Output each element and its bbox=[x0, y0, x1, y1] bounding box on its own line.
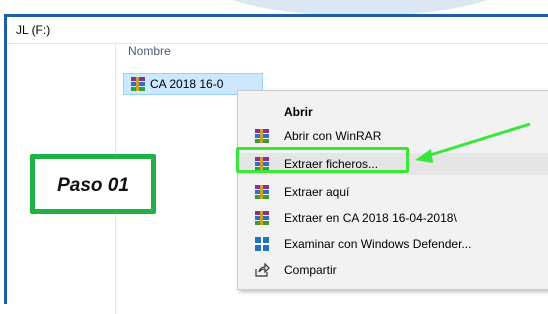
column-header-nombre[interactable]: Nombre bbox=[128, 44, 171, 58]
winrar-icon bbox=[255, 211, 269, 225]
menu-item-abrir[interactable]: Abrir bbox=[238, 101, 548, 123]
menu-item-label: Abrir bbox=[284, 105, 313, 119]
windows-defender-icon bbox=[255, 237, 269, 251]
share-icon bbox=[255, 262, 270, 277]
winrar-icon bbox=[255, 129, 269, 143]
menu-item-label: Compartir bbox=[284, 263, 337, 277]
menu-item-windows-defender[interactable]: Examinar con Windows Defender... bbox=[238, 233, 548, 255]
file-name: CA 2018 16-0 bbox=[150, 77, 224, 91]
step-label-box: Paso 01 bbox=[30, 154, 156, 214]
winrar-icon bbox=[255, 185, 269, 199]
window-title: JL (F:) bbox=[16, 23, 51, 37]
menu-item-extraer-en[interactable]: Extraer en CA 2018 16-04-2018\ bbox=[238, 207, 548, 229]
menu-item-label: Abrir con WinRAR bbox=[284, 129, 382, 143]
title-bar: JL (F:) bbox=[7, 17, 548, 44]
step-label: Paso 01 bbox=[57, 175, 129, 196]
menu-item-extraer-aqui[interactable]: Extraer aquí bbox=[238, 181, 548, 203]
menu-item-label: Examinar con Windows Defender... bbox=[284, 237, 472, 251]
menu-item-abrir-con-winrar[interactable]: Abrir con WinRAR bbox=[238, 125, 548, 147]
winrar-icon bbox=[131, 77, 145, 91]
menu-item-label: Extraer aquí bbox=[284, 185, 350, 199]
context-menu: Abrir Abrir con WinRAR Extraer ficheros.… bbox=[237, 90, 548, 290]
highlight-box bbox=[236, 147, 409, 173]
menu-item-label: Extraer en CA 2018 16-04-2018\ bbox=[284, 211, 457, 225]
menu-item-compartir[interactable]: Compartir bbox=[238, 259, 548, 281]
